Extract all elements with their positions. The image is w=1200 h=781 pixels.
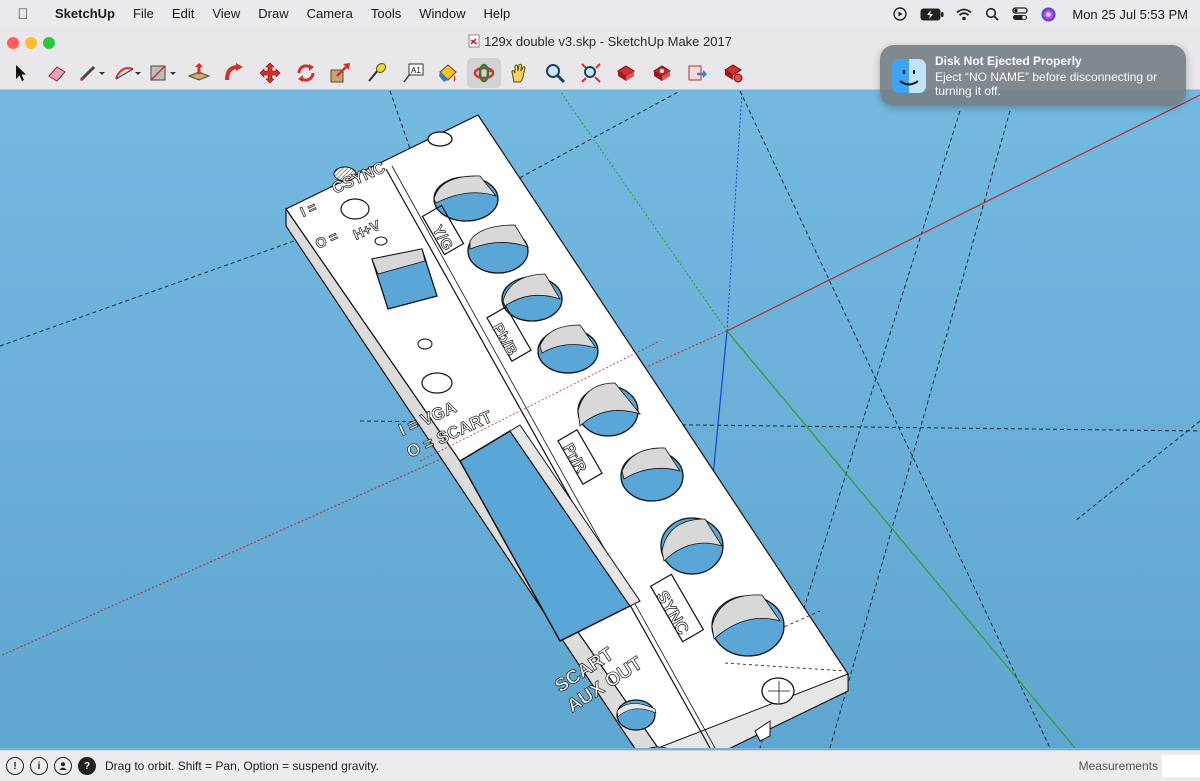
finder-icon bbox=[892, 59, 926, 93]
model-viewport[interactable]: CSYNC I = O = H+V I = VGA O = SCART SCAR… bbox=[0, 91, 1200, 748]
control-center-icon[interactable] bbox=[1012, 6, 1029, 22]
measurements-label: Measurements bbox=[1078, 759, 1158, 773]
document-icon bbox=[468, 34, 480, 51]
spotlight-search-icon[interactable] bbox=[984, 6, 1000, 22]
push-pull-tool-button[interactable] bbox=[182, 58, 216, 88]
measurements-input[interactable] bbox=[1162, 755, 1200, 777]
apple-logo-icon[interactable]:  bbox=[0, 6, 46, 23]
tape-measure-tool-button[interactable] bbox=[360, 58, 394, 88]
status-message: Drag to orbit. Shift = Pan, Option = sus… bbox=[105, 759, 379, 773]
rotate-tool-button[interactable] bbox=[289, 58, 323, 88]
window-title-text: 129x double v3.skp - SketchUp Make 2017 bbox=[484, 34, 732, 49]
menu-app-name[interactable]: SketchUp bbox=[46, 0, 124, 28]
eraser-tool-button[interactable] bbox=[40, 58, 74, 88]
user-account-icon[interactable] bbox=[54, 757, 72, 775]
play-icon[interactable] bbox=[892, 6, 908, 22]
menubar-clock[interactable]: Mon 25 Jul 5:53 PM bbox=[1072, 7, 1188, 22]
paint-bucket-tool-button[interactable] bbox=[431, 58, 465, 88]
notification-title: Disk Not Ejected Properly bbox=[935, 54, 1082, 68]
follow-me-tool-button[interactable] bbox=[218, 58, 252, 88]
macos-menubar:  SketchUp File Edit View Draw Camera To… bbox=[0, 0, 1200, 28]
menu-view[interactable]: View bbox=[203, 0, 249, 28]
menu-help[interactable]: Help bbox=[474, 0, 519, 28]
send-to-layout-button[interactable] bbox=[680, 58, 714, 88]
zoom-tool-button[interactable] bbox=[538, 58, 572, 88]
move-tool-button[interactable] bbox=[253, 58, 287, 88]
extension-manager-button[interactable] bbox=[716, 58, 750, 88]
menu-window[interactable]: Window bbox=[410, 0, 474, 28]
3d-warehouse-button[interactable] bbox=[609, 58, 643, 88]
arc-tool-button[interactable] bbox=[111, 58, 145, 88]
disk-not-ejected-notification[interactable]: Disk Not Ejected Properly Eject “NO NAME… bbox=[880, 45, 1186, 106]
battery-icon[interactable] bbox=[920, 6, 944, 22]
wifi-icon[interactable] bbox=[956, 6, 972, 22]
geo-location-icon[interactable]: ! bbox=[6, 757, 24, 775]
orbit-tool-button[interactable] bbox=[466, 57, 501, 88]
menu-tools[interactable]: Tools bbox=[362, 0, 410, 28]
siri-icon[interactable] bbox=[1040, 6, 1056, 22]
scale-tool-button[interactable] bbox=[324, 58, 358, 88]
select-tool-button[interactable] bbox=[4, 58, 38, 88]
sketchup-window: 129x double v3.skp - SketchUp Make 2017 bbox=[0, 28, 1200, 781]
menu-camera[interactable]: Camera bbox=[298, 0, 362, 28]
pan-tool-button[interactable] bbox=[502, 58, 536, 88]
instructor-help-icon[interactable]: ? bbox=[78, 757, 96, 775]
line-tool-button[interactable] bbox=[75, 58, 109, 88]
model-canvas[interactable]: CSYNC I = O = H+V I = VGA O = SCART SCAR… bbox=[0, 91, 1200, 748]
extension-warehouse-button[interactable] bbox=[645, 58, 679, 88]
status-bar: ! i ? Drag to orbit. Shift = Pan, Option… bbox=[0, 750, 1200, 781]
zoom-extents-tool-button[interactable] bbox=[574, 58, 608, 88]
menu-draw[interactable]: Draw bbox=[249, 0, 297, 28]
shapes-tool-button[interactable] bbox=[146, 58, 180, 88]
notification-body: Eject “NO NAME” before disconnecting or … bbox=[935, 70, 1158, 98]
credits-info-icon[interactable]: i bbox=[30, 757, 48, 775]
text-tool-button[interactable]: A1 bbox=[396, 58, 430, 88]
svg-text:A1: A1 bbox=[411, 66, 421, 75]
menu-file[interactable]: File bbox=[124, 0, 163, 28]
menu-edit[interactable]: Edit bbox=[163, 0, 203, 28]
